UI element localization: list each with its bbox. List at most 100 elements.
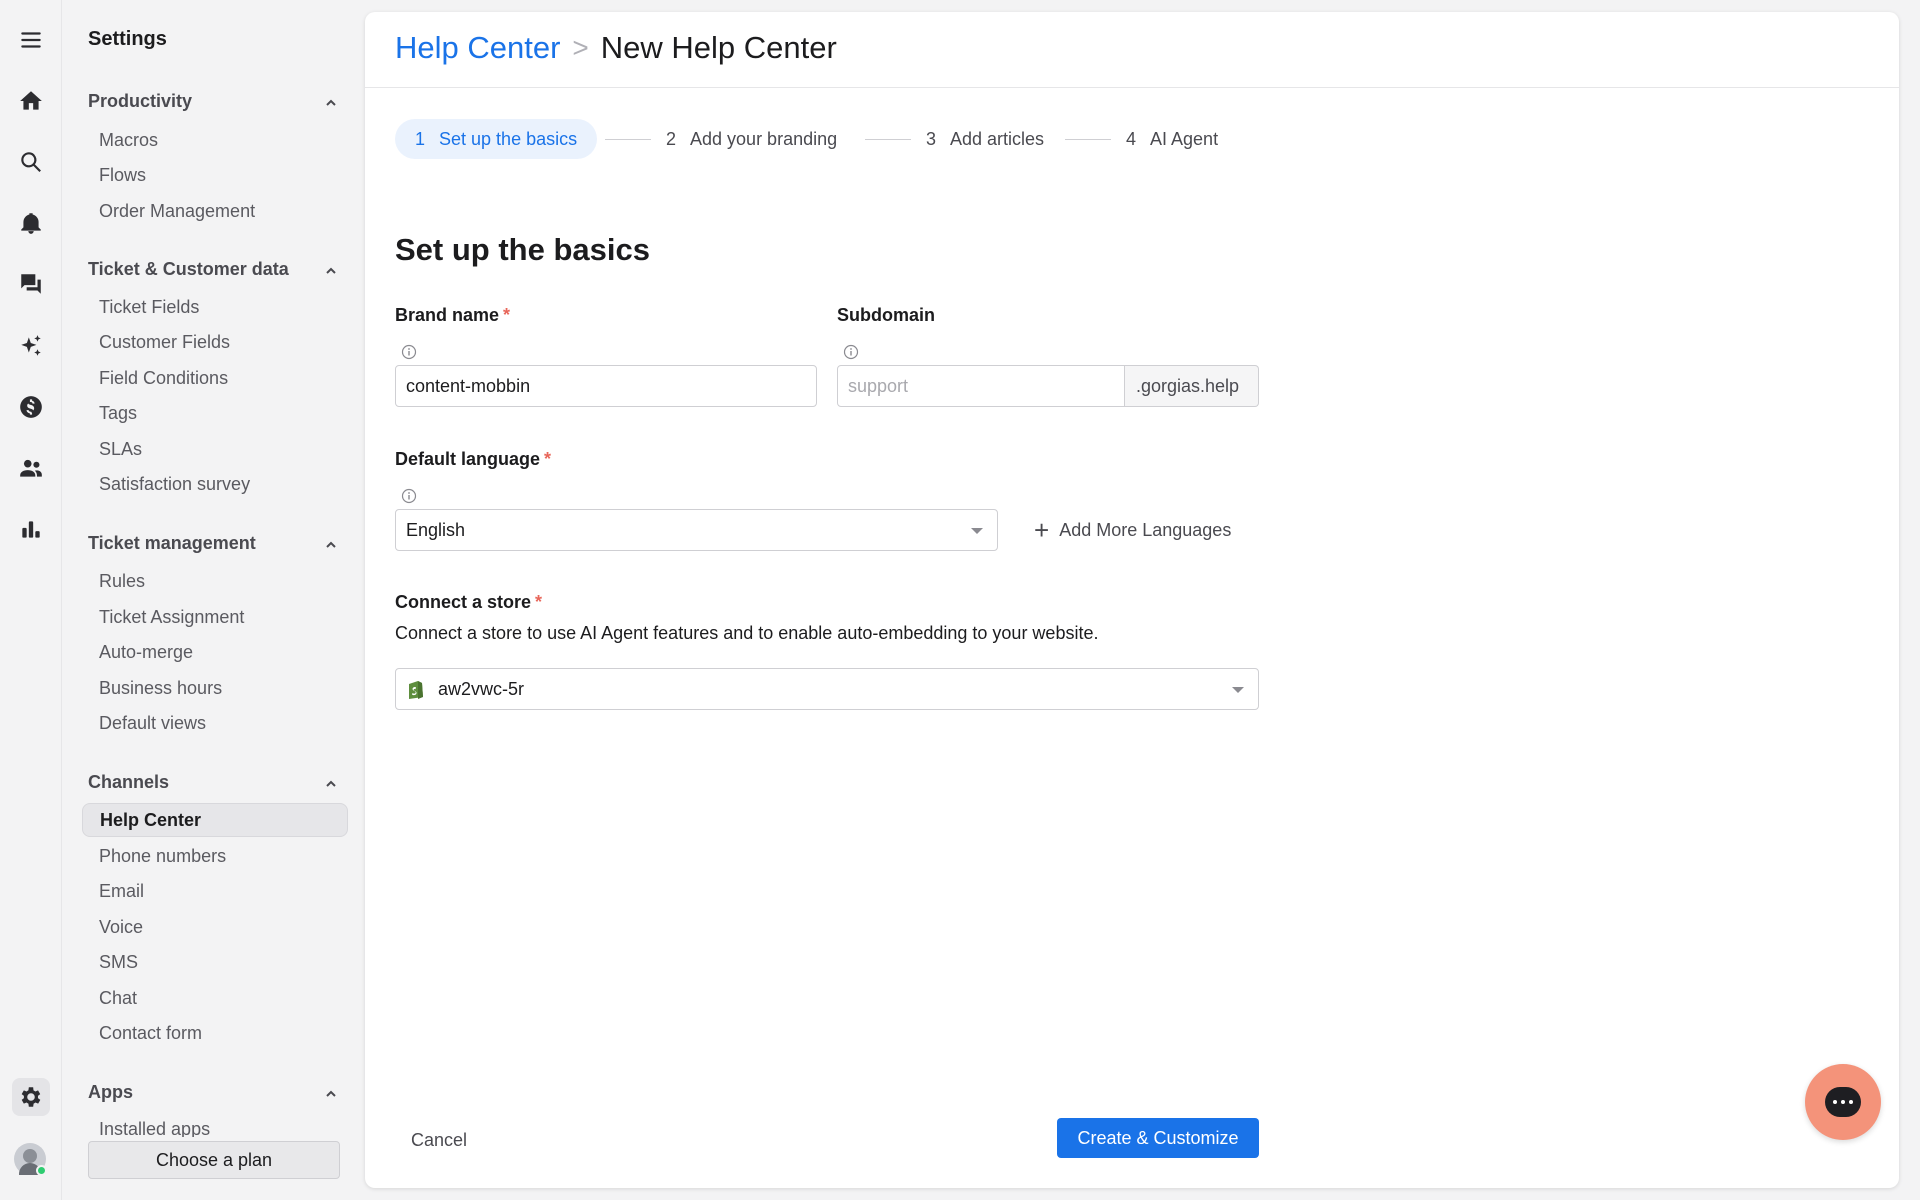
dollar-icon[interactable] xyxy=(12,388,50,426)
sidebar-item-contact-form[interactable]: Contact form xyxy=(82,1016,348,1050)
sidebar-item-flows[interactable]: Flows xyxy=(82,158,348,192)
section-productivity[interactable]: Productivity xyxy=(88,89,338,113)
page-title-breadcrumb: New Help Center xyxy=(600,30,837,65)
step-connector xyxy=(1065,139,1111,140)
sidebar-item-ticket-assignment[interactable]: Ticket Assignment xyxy=(82,600,348,634)
sidebar-item-auto-merge[interactable]: Auto-merge xyxy=(82,635,348,669)
cancel-button[interactable]: Cancel xyxy=(411,1130,467,1151)
sidebar-item-customer-fields[interactable]: Customer Fields xyxy=(82,325,348,359)
sidebar-item-tags[interactable]: Tags xyxy=(82,396,348,430)
create-customize-button[interactable]: Create & Customize xyxy=(1057,1118,1259,1158)
step-ai-agent[interactable]: 4 AI Agent xyxy=(1126,119,1218,159)
step-label: Add your branding xyxy=(690,128,838,149)
selected-store: aw2vwc-5r xyxy=(438,678,525,699)
form-title: Set up the basics xyxy=(395,232,650,267)
step-set-up-basics[interactable]: 1 Set up the basics xyxy=(395,119,598,159)
chat-bubble-icon xyxy=(1825,1087,1861,1117)
page-header: Help Center > New Help Center xyxy=(365,12,1899,88)
sidebar-item-macros[interactable]: Macros xyxy=(82,123,348,157)
sidebar-item-default-views[interactable]: Default views xyxy=(82,706,348,740)
home-icon[interactable] xyxy=(12,82,50,120)
step-label: Add articles xyxy=(950,128,1045,149)
breadcrumb: Help Center > New Help Center xyxy=(395,30,837,66)
subdomain-label: Subdomain xyxy=(837,305,935,325)
section-title: Ticket management xyxy=(88,532,256,553)
sidebar-item-business-hours[interactable]: Business hours xyxy=(82,671,348,705)
section-title: Ticket & Customer data xyxy=(88,258,289,279)
add-more-languages-button[interactable]: + Add More Languages xyxy=(1034,517,1231,543)
caret-down-icon xyxy=(971,528,983,534)
sidebar-item-installed-apps[interactable]: Installed apps xyxy=(82,1119,348,1137)
sidebar-item-email[interactable]: Email xyxy=(82,874,348,908)
chat-dot xyxy=(1841,1100,1845,1104)
step-label: Set up the basics xyxy=(439,128,578,149)
info-icon[interactable] xyxy=(401,344,417,360)
choose-plan-button[interactable]: Choose a plan xyxy=(88,1141,340,1179)
chevron-up-icon xyxy=(324,262,338,276)
info-icon[interactable] xyxy=(843,344,859,360)
brand-name-label: Brand name * xyxy=(395,305,510,326)
sidebar-item-order-management[interactable]: Order Management xyxy=(82,194,348,228)
section-title: Productivity xyxy=(88,90,193,111)
sidebar-item-slas[interactable]: SLAs xyxy=(82,432,348,466)
sidebar-item-help-center[interactable]: Help Center xyxy=(82,803,348,837)
sidebar-item-phone-numbers[interactable]: Phone numbers xyxy=(82,839,348,873)
sidebar-item-sms[interactable]: SMS xyxy=(82,945,348,979)
chevron-up-icon xyxy=(324,1085,338,1099)
step-number: 3 xyxy=(926,128,937,149)
shopify-icon xyxy=(406,678,426,700)
step-connector xyxy=(865,139,911,140)
gear-icon[interactable] xyxy=(12,1078,50,1116)
step-label: AI Agent xyxy=(1150,128,1219,149)
icon-rail xyxy=(0,0,62,1200)
connect-store-label: Connect a store * xyxy=(395,592,542,613)
section-ticket-customer-data[interactable]: Ticket & Customer data xyxy=(88,257,338,281)
sidebar-item-voice[interactable]: Voice xyxy=(82,910,348,944)
default-language-label-text: Default language xyxy=(395,449,541,469)
section-title: Apps xyxy=(88,1081,133,1102)
chevron-up-icon xyxy=(324,94,338,108)
step-add-branding[interactable]: 2 Add your branding xyxy=(666,119,837,159)
required-mark: * xyxy=(535,592,543,612)
chevron-up-icon xyxy=(324,775,338,789)
chat-launcher-button[interactable] xyxy=(1805,1064,1881,1140)
brand-name-label-text: Brand name xyxy=(395,305,500,325)
sidebar-item-satisfaction-survey[interactable]: Satisfaction survey xyxy=(82,467,348,501)
connect-store-description: Connect a store to use AI Agent features… xyxy=(395,623,1099,643)
connect-store-label-text: Connect a store xyxy=(395,592,532,612)
subdomain-suffix: .gorgias.help xyxy=(1125,365,1259,407)
users-icon[interactable] xyxy=(12,449,50,487)
search-icon[interactable] xyxy=(12,143,50,181)
sidebar-item-ticket-fields[interactable]: Ticket Fields xyxy=(82,290,348,324)
bar-chart-icon[interactable] xyxy=(12,510,50,548)
store-select[interactable]: aw2vwc-5r xyxy=(395,668,1259,710)
sparkle-icon[interactable] xyxy=(12,327,50,365)
section-apps[interactable]: Apps xyxy=(88,1080,338,1104)
caret-down-icon xyxy=(1232,687,1244,693)
step-number: 1 xyxy=(415,128,426,149)
settings-sidebar: Settings Productivity Macros Flows Order… xyxy=(62,0,362,1200)
sidebar-item-field-conditions[interactable]: Field Conditions xyxy=(82,361,348,395)
required-mark: * xyxy=(544,449,552,469)
avatar[interactable] xyxy=(14,1143,47,1176)
step-add-articles[interactable]: 3 Add articles xyxy=(926,119,1044,159)
menu-icon[interactable] xyxy=(12,21,50,59)
step-number: 2 xyxy=(666,128,677,149)
sidebar-title: Settings xyxy=(88,28,167,50)
subdomain-input[interactable]: support xyxy=(837,365,1125,407)
sidebar-item-rules[interactable]: Rules xyxy=(82,564,348,598)
chat-dot xyxy=(1849,1100,1853,1104)
chat-icon[interactable] xyxy=(12,265,50,303)
section-ticket-management[interactable]: Ticket management xyxy=(88,531,338,555)
bell-icon[interactable] xyxy=(12,204,50,242)
brand-name-input[interactable]: content-mobbin xyxy=(395,365,817,407)
section-title: Channels xyxy=(88,771,170,792)
default-language-select[interactable]: English xyxy=(395,509,998,551)
selected-language: English xyxy=(406,519,466,540)
info-icon[interactable] xyxy=(401,488,417,504)
breadcrumb-help-center-link[interactable]: Help Center xyxy=(395,30,560,66)
section-channels[interactable]: Channels xyxy=(88,770,338,794)
sidebar-item-chat[interactable]: Chat xyxy=(82,981,348,1015)
online-status-dot xyxy=(36,1165,47,1176)
plus-icon: + xyxy=(1034,515,1050,545)
